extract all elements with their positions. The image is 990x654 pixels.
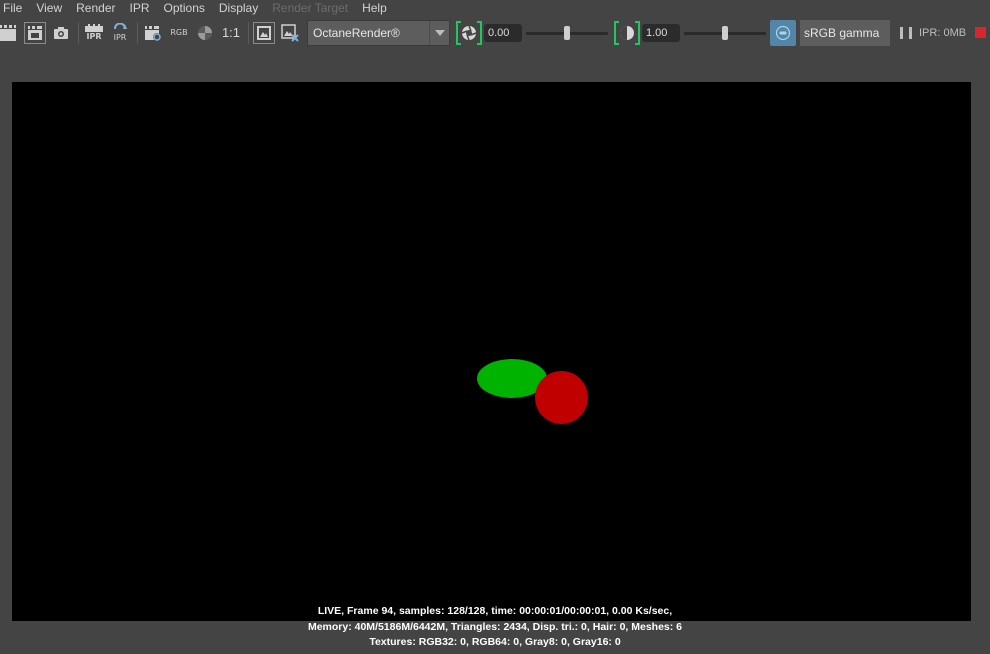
toolbar-divider <box>137 21 138 44</box>
pause-icon[interactable] <box>900 26 912 40</box>
gamma-slider[interactable] <box>684 24 766 42</box>
color-management-toggle[interactable] <box>770 19 796 46</box>
exposure-slider-thumb[interactable] <box>564 25 570 40</box>
render-viewport[interactable] <box>12 82 971 621</box>
render-status: LIVE, Frame 94, samples: 128/128, time: … <box>0 604 990 651</box>
renderer-dropdown[interactable]: OctaneRender® <box>307 19 450 46</box>
menu-render[interactable]: Render <box>69 0 122 16</box>
ipr-refresh-icon[interactable]: IPR <box>109 22 131 44</box>
menu-view[interactable]: View <box>29 0 69 16</box>
gamma-slider-thumb[interactable] <box>722 25 728 40</box>
menu-help[interactable]: Help <box>355 0 394 16</box>
chevron-down-icon[interactable] <box>429 20 449 45</box>
status-line-1: LIVE, Frame 94, samples: 128/128, time: … <box>317 605 673 617</box>
ratio-button[interactable]: 1:1 <box>220 25 242 40</box>
toolbar-divider <box>78 21 79 44</box>
rgb-channel-label: RGB <box>170 28 188 37</box>
exposure-icon[interactable] <box>456 20 482 46</box>
color-management-icon <box>775 25 791 40</box>
menu-display[interactable]: Display <box>212 0 265 16</box>
status-line-3: Textures: RGB32: 0, RGB64: 0, Gray8: 0, … <box>369 636 621 648</box>
gamma-icon[interactable] <box>614 20 640 46</box>
menu-file[interactable]: File <box>0 0 29 16</box>
exposure-slider[interactable] <box>526 24 608 42</box>
menu-ipr[interactable]: IPR <box>123 0 157 16</box>
ipr-render-icon[interactable]: IPR <box>83 22 105 44</box>
stop-icon[interactable] <box>975 27 987 38</box>
toolbar-divider <box>248 21 249 44</box>
menu-options[interactable]: Options <box>157 0 212 16</box>
remove-image-icon[interactable] <box>279 22 301 44</box>
color-management-field[interactable]: sRGB gamma <box>800 19 890 46</box>
ipr-memory-label: IPR: 0MB <box>919 26 967 39</box>
keep-image-icon[interactable] <box>253 21 275 44</box>
ipr-refresh-label: IPR <box>113 33 127 42</box>
status-line-2: Memory: 40M/5186M/6442M, Triangles: 2434… <box>307 620 683 633</box>
exposure-input[interactable]: 0.00 <box>484 23 522 42</box>
render-settings-icon[interactable] <box>142 22 164 44</box>
clapperboard-icon[interactable] <box>0 22 16 44</box>
menu-bar: File View Render IPR Options Display Ren… <box>0 0 990 16</box>
rendered-red-sphere <box>535 371 588 424</box>
render-region-icon[interactable] <box>24 21 46 44</box>
toolbar: IPR IPR RGB 1:1 OctaneRender® 0.00 1.00 <box>0 17 990 48</box>
rgb-channel-icon[interactable]: RGB <box>168 22 190 44</box>
menu-render-target: Render Target <box>272 1 349 15</box>
gamma-input[interactable]: 1.00 <box>642 23 680 42</box>
alpha-channel-icon[interactable] <box>194 22 216 44</box>
ipr-render-label: IPR <box>86 32 102 41</box>
renderer-dropdown-value: OctaneRender® <box>313 25 400 40</box>
camera-icon[interactable] <box>50 22 72 44</box>
